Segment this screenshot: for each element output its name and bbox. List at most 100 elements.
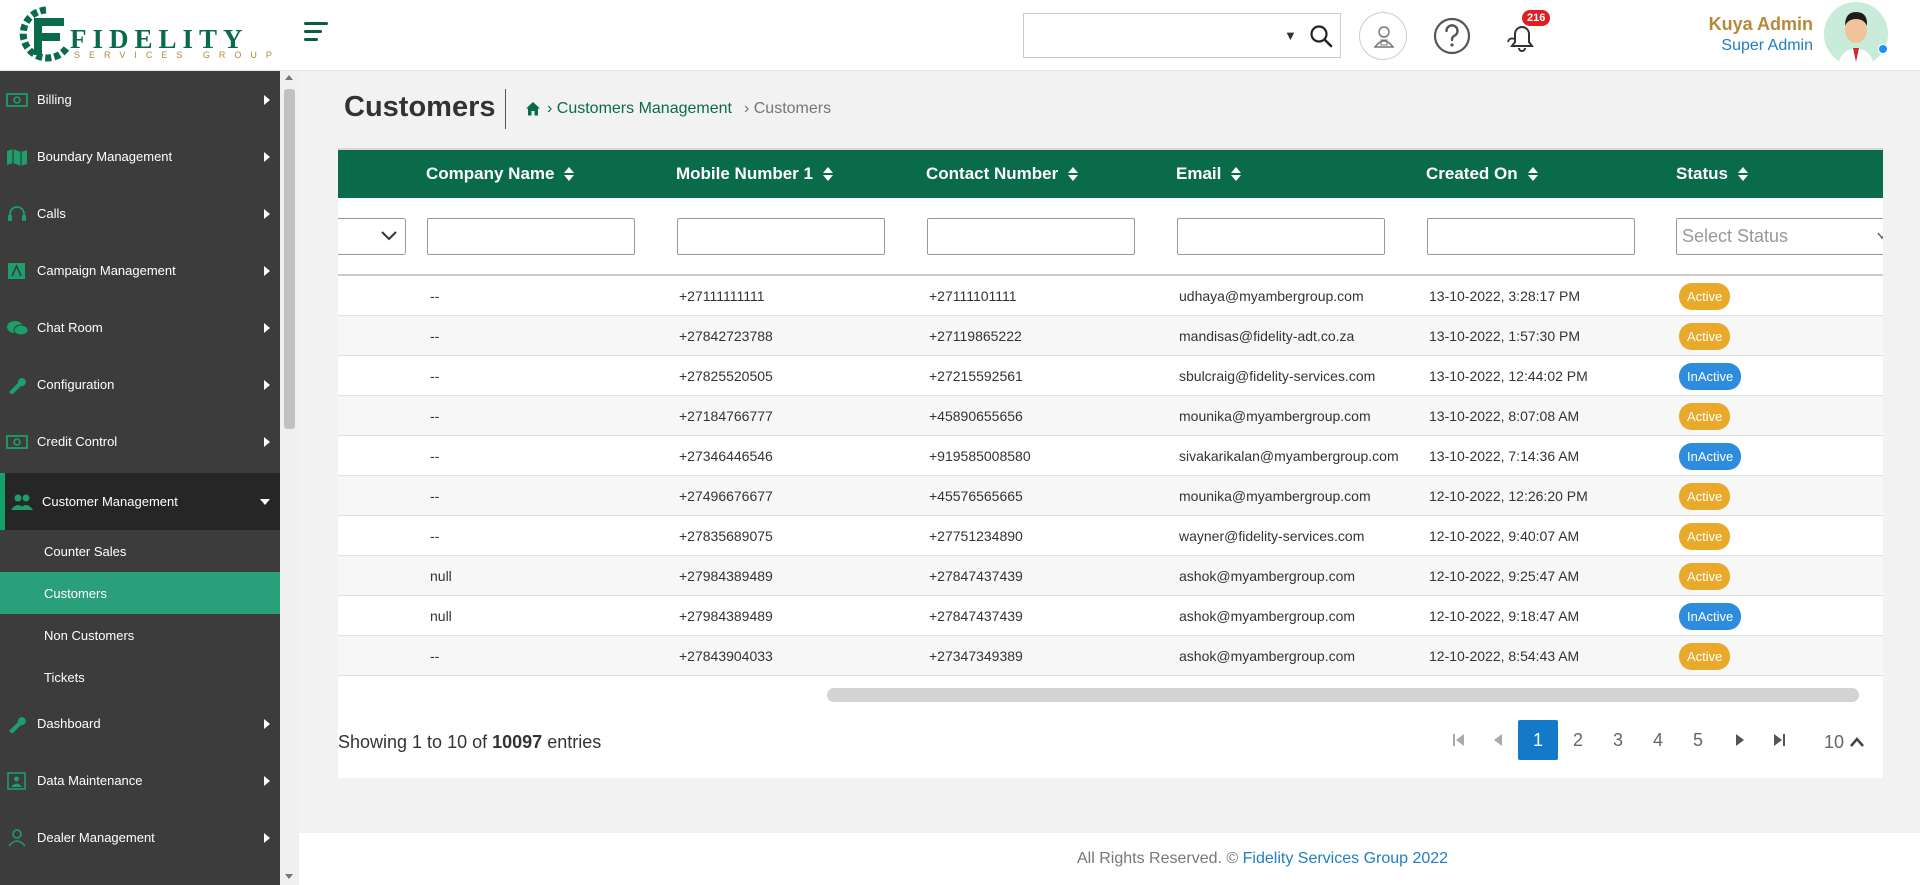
- table-row[interactable]: -- +27496676677 +45576565665 mounika@myambe…: [338, 476, 1883, 516]
- page-button-1[interactable]: 1: [1518, 720, 1558, 760]
- page-button-4[interactable]: 4: [1638, 720, 1678, 760]
- sidebar-subitem-label: Customers: [44, 585, 107, 601]
- sidebar-item-label: Chat Room: [37, 320, 103, 335]
- sidebar-item-dashboard[interactable]: Dashboard: [0, 695, 280, 752]
- sidebar-item-billing[interactable]: Billing: [0, 71, 280, 128]
- sort-icon: [1231, 167, 1242, 181]
- first-page-icon[interactable]: [1449, 730, 1469, 750]
- filter-contact-number-input[interactable]: [927, 218, 1135, 255]
- sidebar-subitem-non-customers[interactable]: Non Customers: [0, 614, 280, 656]
- filter-mobile-number-input[interactable]: [677, 218, 885, 255]
- page-button-2[interactable]: 2: [1558, 720, 1598, 760]
- filter-created-on-input[interactable]: [1427, 218, 1635, 255]
- cell-email: mandisas@fidelity-adt.co.za: [1179, 328, 1355, 344]
- filter-status-placeholder: Select Status: [1682, 226, 1789, 246]
- table-row[interactable]: -- +27843904033 +27347349389 ashok@myamberg…: [338, 636, 1883, 676]
- horizontal-scrollbar[interactable]: [827, 688, 1859, 702]
- notification-count-badge: 216: [1522, 10, 1551, 26]
- copyright-link[interactable]: Fidelity Services Group 2022: [1243, 850, 1448, 867]
- scroll-up-arrow-icon[interactable]: [285, 75, 293, 80]
- status-badge: Active: [1679, 283, 1731, 310]
- page-button-3[interactable]: 3: [1598, 720, 1638, 760]
- cell-email: sbulcraig@fidelity-services.com: [1179, 368, 1376, 384]
- cell-email: ashok@myambergroup.com: [1179, 608, 1356, 624]
- table-row[interactable]: -- +27835689075 +27751234890 wayner@fidelit…: [338, 516, 1883, 556]
- table-row[interactable]: -- +27346446546 +919585008580 sivakarikalan…: [338, 436, 1883, 476]
- previous-page-icon[interactable]: [1489, 730, 1509, 750]
- search-dropdown-caret-icon[interactable]: ▼: [1284, 28, 1297, 43]
- sidebar-item-label: Configuration: [37, 377, 115, 392]
- top-header: FIDELITY SERVICES GROUP ▼ 216 Kuya Admin…: [0, 0, 1920, 71]
- chat-icon: [7, 320, 28, 335]
- column-header-created-on[interactable]: Created On: [1426, 164, 1538, 184]
- user-avatar[interactable]: [1824, 2, 1888, 66]
- next-page-icon[interactable]: [1729, 730, 1749, 750]
- sidebar-item-label: Dealer Management: [37, 830, 155, 845]
- sidebar-item-customer-management[interactable]: Customer Management: [0, 473, 280, 530]
- sidebar-item-dealer-management[interactable]: Dealer Management: [0, 809, 280, 866]
- sort-icon: [564, 167, 575, 181]
- page-button-5[interactable]: 5: [1678, 720, 1718, 760]
- sidebar-subitem-label: Tickets: [44, 669, 85, 685]
- sidebar-subitem-counter-sales[interactable]: Counter Sales: [0, 530, 280, 572]
- sidebar-item-label: Dashboard: [37, 716, 101, 731]
- status-badge: InActive: [1679, 603, 1742, 630]
- scroll-down-arrow-icon[interactable]: [285, 874, 293, 879]
- sidebar-subitem-customers[interactable]: Customers: [0, 572, 280, 614]
- table-row[interactable]: -- +27111111111 +27111101111 udhaya@myamber…: [338, 276, 1883, 316]
- page-size-select[interactable]: 10: [1824, 732, 1865, 753]
- sort-icon: [822, 167, 833, 181]
- title-divider: [505, 89, 506, 129]
- column-header-contact-number[interactable]: Contact Number: [926, 164, 1079, 184]
- sidebar-scrollbar[interactable]: [280, 71, 299, 885]
- money-icon: [6, 434, 28, 449]
- sidebar-item-label: Data Maintenance: [37, 773, 143, 788]
- sidebar-item-configuration[interactable]: Configuration: [0, 356, 280, 413]
- table-row[interactable]: null +27984389489 +27847437439 ashok@myambe…: [338, 556, 1883, 596]
- column-header-email[interactable]: Email: [1176, 164, 1242, 184]
- column-header-status[interactable]: Status: [1676, 164, 1748, 184]
- cell-company-name: --: [430, 448, 440, 464]
- cell-company-name: --: [430, 328, 440, 344]
- cell-contact-number: +45576565665: [929, 488, 1023, 504]
- filter-select-previous-column[interactable]: [338, 218, 406, 255]
- sidebar-item-boundary-management[interactable]: Boundary Management: [0, 128, 280, 185]
- breadcrumb-customers-management[interactable]: › Customers Management: [547, 100, 732, 118]
- sidebar-item-campaign-management[interactable]: Campaign Management: [0, 242, 280, 299]
- help-icon[interactable]: [1428, 12, 1476, 60]
- cell-mobile-number: +27842723788: [679, 328, 773, 344]
- chevron-down-icon: [381, 231, 397, 241]
- search-icon[interactable]: [1308, 23, 1334, 49]
- user-name[interactable]: Kuya Admin: [1709, 14, 1813, 35]
- cell-contact-number: +919585008580: [929, 448, 1031, 464]
- sidebar-scrollbar-thumb[interactable]: [284, 89, 295, 429]
- table-row[interactable]: -- +27842723788 +27119865222 mandisas@fidel…: [338, 316, 1883, 356]
- sidebar-subitem-tickets[interactable]: Tickets: [0, 656, 280, 698]
- column-header-company-name[interactable]: Company Name: [426, 164, 575, 184]
- status-badge: Active: [1679, 483, 1731, 510]
- agent-status-icon[interactable]: [1359, 12, 1407, 60]
- chevron-right-icon: [264, 380, 270, 390]
- fidelity-logo[interactable]: FIDELITY SERVICES GROUP: [18, 6, 272, 64]
- sidebar-item-chat-room[interactable]: Chat Room: [0, 299, 280, 356]
- column-header-mobile-number-1[interactable]: Mobile Number 1: [676, 164, 833, 184]
- sidebar-item-calls[interactable]: Calls: [0, 185, 280, 242]
- headset-icon: [8, 205, 26, 221]
- chevron-right-icon: [264, 437, 270, 447]
- sidebar: Billing Boundary Management Calls Campai…: [0, 71, 280, 885]
- search-input[interactable]: [1024, 14, 1264, 57]
- cell-company-name: --: [430, 368, 440, 384]
- sidebar-item-data-maintenance[interactable]: Data Maintenance: [0, 752, 280, 809]
- cell-created-on: 13-10-2022, 12:44:02 PM: [1429, 368, 1588, 384]
- home-icon[interactable]: [525, 101, 541, 117]
- table-row[interactable]: null +27984389489 +27847437439 ashok@myambe…: [338, 596, 1883, 636]
- last-page-icon[interactable]: [1769, 730, 1789, 750]
- sidebar-item-credit-control[interactable]: Credit Control: [0, 413, 280, 470]
- cell-email: ashok@myambergroup.com: [1179, 648, 1356, 664]
- filter-company-name-input[interactable]: [427, 218, 635, 255]
- filter-email-input[interactable]: [1177, 218, 1385, 255]
- table-row[interactable]: -- +27825520505 +27215592561 sbulcraig@fide…: [338, 356, 1883, 396]
- table-row[interactable]: -- +27184766777 +45890655656 mounika@myambe…: [338, 396, 1883, 436]
- hamburger-menu-icon[interactable]: [304, 22, 328, 44]
- filter-status-select[interactable]: Select Status: [1676, 218, 1883, 255]
